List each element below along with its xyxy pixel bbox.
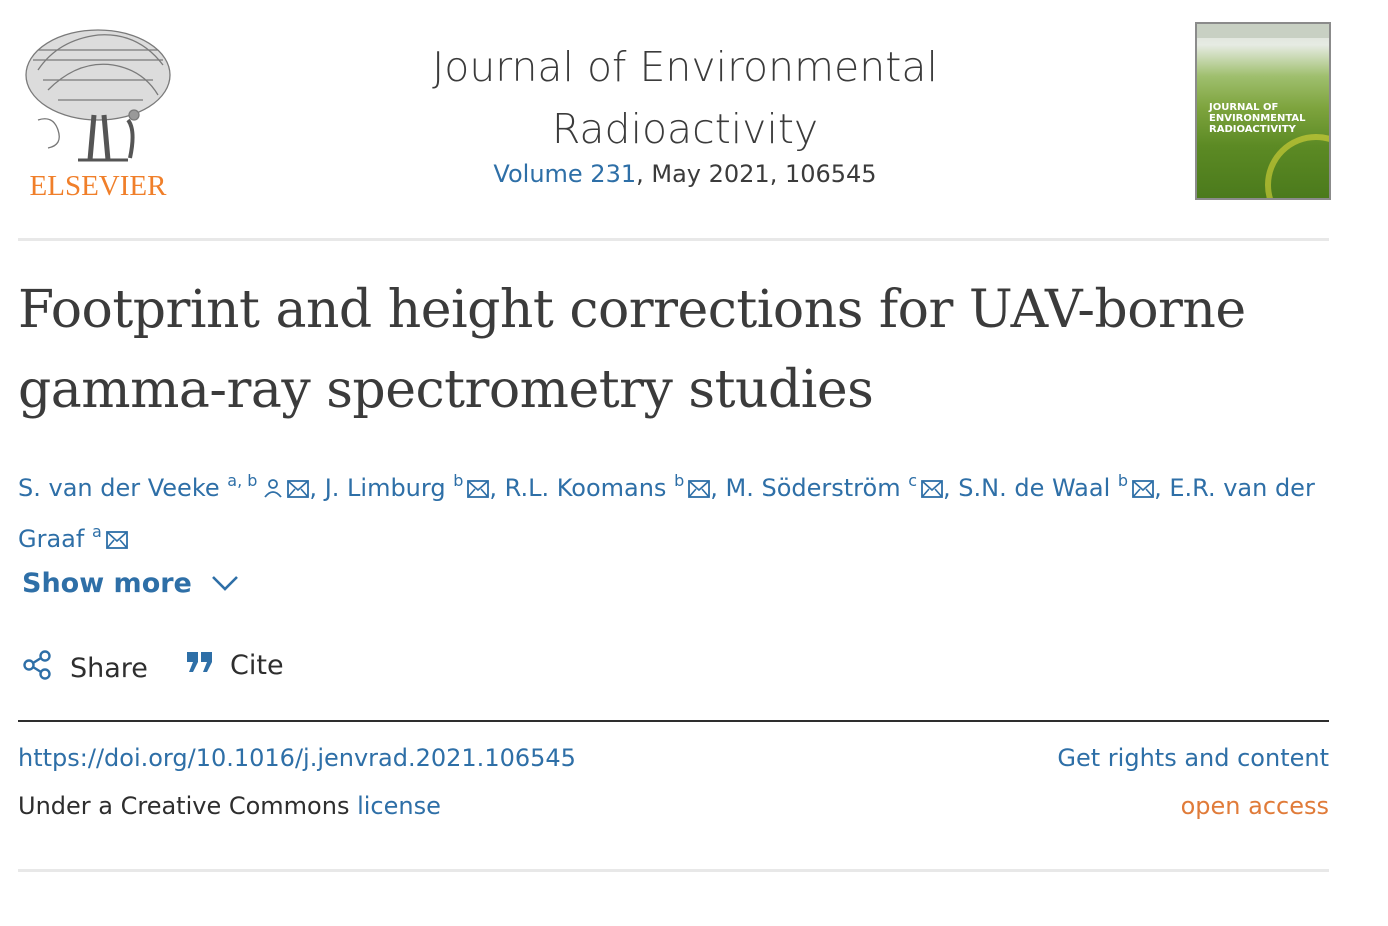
cover-ring-graphic (1265, 134, 1329, 198)
journal-title-line1: Journal of Environmental (432, 43, 938, 91)
bottom-divider (18, 869, 1329, 872)
journal-cover-image[interactable]: JOURNAL OF ENVIRONMENTAL RADIOACTIVITY (1195, 22, 1331, 200)
email-icon[interactable] (105, 521, 128, 562)
share-icon (22, 650, 52, 687)
author-link[interactable]: S.N. de Waal b (958, 471, 1154, 502)
show-more-button[interactable]: Show more (22, 568, 240, 599)
cite-label: Cite (230, 650, 284, 681)
author-affiliation: c (908, 471, 918, 490)
email-icon[interactable] (287, 470, 310, 511)
author-link[interactable]: R.L. Koomans b (505, 471, 711, 502)
doi-link[interactable]: https://doi.org/10.1016/j.jenvrad.2021.1… (18, 744, 576, 772)
author-affiliation: a, b (227, 471, 258, 490)
share-button[interactable]: Share (22, 650, 148, 687)
volume-link[interactable]: Volume 231 (493, 160, 636, 188)
license-prefix: Under a Creative Commons (18, 792, 358, 820)
open-access-badge: open access (1180, 792, 1329, 820)
email-icon[interactable] (1132, 470, 1154, 511)
issue-date: , May 2021, 106545 (636, 160, 877, 188)
email-icon[interactable] (921, 470, 943, 511)
chevron-down-icon (210, 568, 240, 599)
author-link[interactable]: M. Söderström c (726, 471, 944, 502)
license-link[interactable]: license (357, 792, 441, 820)
author-affiliation: a (91, 522, 102, 541)
person-icon (263, 470, 283, 511)
email-icon[interactable] (688, 470, 711, 511)
journal-title[interactable]: Journal of Environmental Radioactivity (400, 36, 970, 160)
author-link[interactable]: S. van der Veeke a, b (18, 471, 310, 502)
email-icon[interactable] (467, 470, 490, 511)
show-more-label: Show more (22, 568, 192, 599)
author-list: S. van der Veeke a, b, J. Limburg b, R.L… (18, 460, 1338, 562)
elsevier-wordmark: ELSEVIER (29, 170, 167, 202)
share-label: Share (70, 653, 148, 684)
author-link[interactable]: J. Limburg b (325, 471, 490, 502)
author-affiliation: b (453, 471, 464, 490)
journal-title-line2: Radioactivity (551, 105, 819, 153)
license-line: Under a Creative Commons license (18, 792, 441, 820)
author-affiliation: b (674, 471, 685, 490)
cover-title-text: JOURNAL OF ENVIRONMENTAL RADIOACTIVITY (1209, 102, 1306, 135)
article-title: Footprint and height corrections for UAV… (18, 280, 1246, 420)
header-divider (18, 238, 1329, 241)
rights-link[interactable]: Get rights and content (1057, 744, 1329, 772)
elsevier-tree-icon (25, 29, 171, 162)
quote-icon (186, 650, 214, 681)
issue-info: Volume 231, May 2021, 106545 (400, 160, 970, 188)
author-affiliation: b (1117, 471, 1129, 490)
cite-button[interactable]: Cite (186, 650, 284, 681)
cover-top-band (1197, 24, 1329, 38)
actions-divider (18, 720, 1329, 722)
